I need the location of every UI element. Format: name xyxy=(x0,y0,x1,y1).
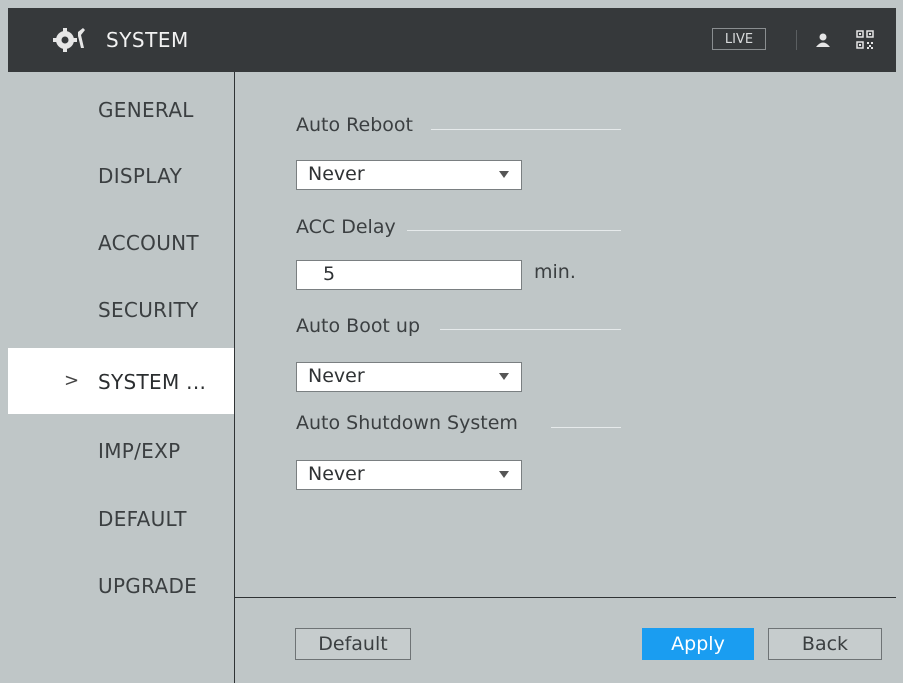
sidebar-item-label: DEFAULT xyxy=(98,507,187,531)
sidebar-item-imp-exp[interactable]: IMP/EXP xyxy=(8,417,234,483)
qr-code-icon[interactable] xyxy=(856,30,874,50)
gear-icon xyxy=(53,28,85,52)
section-divider xyxy=(431,129,621,130)
auto-boot-title: Auto Boot up xyxy=(296,315,421,337)
sidebar-item-system-maintenance[interactable]: > SYSTEM ... xyxy=(8,348,234,414)
auto-reboot-value: Never xyxy=(308,163,365,185)
live-button[interactable]: LIVE xyxy=(712,28,766,50)
section-divider xyxy=(407,230,621,231)
dropdown-caret-icon xyxy=(499,171,509,178)
header-divider xyxy=(796,30,797,50)
auto-reboot-select[interactable]: Never xyxy=(296,160,522,190)
sidebar-item-security[interactable]: SECURITY xyxy=(8,276,234,342)
header-bar: SYSTEM LIVE xyxy=(8,8,896,72)
settings-sidebar: GENERAL DISPLAY ACCOUNT SECURITY > SYSTE… xyxy=(8,72,235,683)
apply-button[interactable]: Apply xyxy=(642,628,754,660)
sidebar-item-default[interactable]: DEFAULT xyxy=(8,485,234,551)
sidebar-item-label: SECURITY xyxy=(98,298,199,322)
auto-reboot-title: Auto Reboot xyxy=(296,114,413,136)
chevron-right-icon: > xyxy=(64,370,80,391)
auto-shutdown-title: Auto Shutdown System xyxy=(296,412,518,434)
back-button[interactable]: Back xyxy=(768,628,882,660)
page-title: SYSTEM xyxy=(106,28,189,52)
footer-divider xyxy=(235,597,896,598)
sidebar-item-display[interactable]: DISPLAY xyxy=(8,142,234,208)
auto-boot-value: Never xyxy=(308,365,365,387)
acc-delay-title: ACC Delay xyxy=(296,216,396,238)
acc-delay-unit: min. xyxy=(534,261,576,283)
auto-shutdown-select[interactable]: Never xyxy=(296,460,522,490)
sidebar-item-label: ACCOUNT xyxy=(98,231,199,255)
acc-delay-input[interactable]: 5 xyxy=(296,260,522,290)
system-settings-window: SYSTEM LIVE GENERAL DISPLAY ACCOUNT SECU… xyxy=(0,0,903,683)
dropdown-caret-icon xyxy=(499,471,509,478)
sidebar-item-label: UPGRADE xyxy=(98,574,198,598)
user-icon[interactable] xyxy=(815,32,831,48)
sidebar-item-general[interactable]: GENERAL xyxy=(8,76,234,142)
sidebar-item-label: IMP/EXP xyxy=(98,439,181,463)
section-divider xyxy=(440,329,621,330)
auto-boot-select[interactable]: Never xyxy=(296,362,522,392)
sidebar-item-label: DISPLAY xyxy=(98,164,183,188)
sidebar-item-label: SYSTEM ... xyxy=(98,370,207,394)
sidebar-item-upgrade[interactable]: UPGRADE xyxy=(8,552,234,618)
auto-shutdown-value: Never xyxy=(308,463,365,485)
section-divider xyxy=(551,427,621,428)
dropdown-caret-icon xyxy=(499,373,509,380)
main-panel: Auto Reboot Never ACC Delay 5 min. Auto … xyxy=(235,72,896,683)
sidebar-item-account[interactable]: ACCOUNT xyxy=(8,209,234,275)
default-button[interactable]: Default xyxy=(295,628,411,660)
acc-delay-value: 5 xyxy=(323,263,336,285)
sidebar-item-label: GENERAL xyxy=(98,98,194,122)
